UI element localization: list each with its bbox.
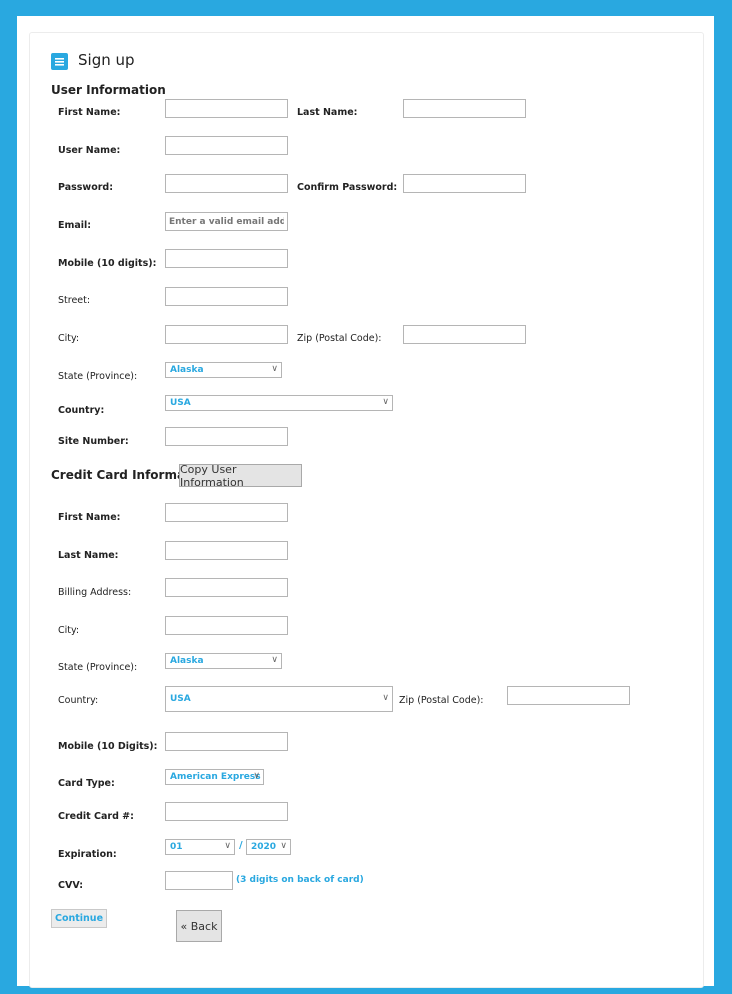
billing-address-label: Billing Address: — [58, 587, 132, 598]
email-label: Email: — [58, 220, 92, 231]
page-panel: Sign up User Information First Name: Las… — [17, 16, 714, 988]
country-select[interactable]: USA ∨ — [165, 395, 393, 411]
state-select[interactable]: Alaska ∨ — [165, 362, 282, 378]
card-zip-label: Zip (Postal Code): — [399, 695, 484, 706]
card-mobile-label: Mobile (10 Digits): — [58, 741, 158, 752]
site-number-input[interactable] — [165, 427, 288, 446]
street-label: Street: — [58, 295, 91, 306]
chevron-down-icon: ∨ — [271, 364, 278, 374]
site-number-label: Site Number: — [58, 436, 129, 447]
last-name-input[interactable] — [403, 99, 526, 118]
first-name-label: First Name: — [58, 107, 121, 118]
user-name-input[interactable] — [165, 136, 288, 155]
card-type-select-value: American Express — [170, 772, 261, 782]
confirm-password-label: Confirm Password: — [297, 182, 398, 193]
card-country-select-value: USA — [170, 694, 191, 704]
form-icon — [51, 53, 68, 70]
card-last-name-label: Last Name: — [58, 550, 119, 561]
cvv-label: CVV: — [58, 880, 84, 891]
chevron-down-icon: ∨ — [382, 693, 389, 703]
expiration-year-select[interactable]: 2020 ∨ — [246, 839, 291, 855]
confirm-password-input[interactable] — [403, 174, 526, 193]
last-name-label: Last Name: — [297, 107, 358, 118]
card-city-label: City: — [58, 625, 80, 636]
expiration-separator: / — [239, 840, 243, 851]
continue-button[interactable]: Continue — [51, 909, 107, 928]
zip-label: Zip (Postal Code): — [297, 333, 382, 344]
mobile-label: Mobile (10 digits): — [58, 258, 157, 269]
user-name-label: User Name: — [58, 145, 121, 156]
city-input[interactable] — [165, 325, 288, 344]
expiration-month-value: 01 — [170, 842, 183, 852]
signup-card — [29, 32, 704, 988]
card-zip-input[interactable] — [507, 686, 630, 705]
card-type-label: Card Type: — [58, 778, 115, 789]
expiration-month-select[interactable]: 01 ∨ — [165, 839, 235, 855]
chevron-down-icon: ∨ — [271, 655, 278, 665]
password-input[interactable] — [165, 174, 288, 193]
card-type-select[interactable]: American Express ∨ — [165, 769, 264, 785]
card-country-select[interactable]: USA ∨ — [165, 686, 393, 712]
state-select-value: Alaska — [170, 365, 204, 375]
cvv-hint: (3 digits on back of card) — [236, 875, 364, 885]
country-label: Country: — [58, 405, 105, 416]
zip-input[interactable] — [403, 325, 526, 344]
chevron-down-icon: ∨ — [253, 771, 260, 781]
card-number-input[interactable] — [165, 802, 288, 821]
back-button[interactable]: « Back — [176, 910, 222, 942]
chevron-down-icon: ∨ — [224, 841, 231, 851]
state-label: State (Province): — [58, 371, 138, 382]
cvv-input[interactable] — [165, 871, 233, 890]
expiration-label: Expiration: — [58, 849, 117, 860]
first-name-input[interactable] — [165, 99, 288, 118]
card-state-select-value: Alaska — [170, 656, 204, 666]
chevron-down-icon: ∨ — [280, 841, 287, 851]
card-last-name-input[interactable] — [165, 541, 288, 560]
card-mobile-input[interactable] — [165, 732, 288, 751]
card-number-label: Credit Card #: — [58, 811, 134, 822]
password-label: Password: — [58, 182, 114, 193]
page-title: Sign up — [78, 51, 135, 69]
card-first-name-input[interactable] — [165, 503, 288, 522]
card-state-label: State (Province): — [58, 662, 138, 673]
mobile-input[interactable] — [165, 249, 288, 268]
country-select-value: USA — [170, 398, 191, 408]
email-input[interactable] — [165, 212, 288, 231]
section-user-information: User Information — [51, 83, 166, 97]
card-first-name-label: First Name: — [58, 512, 121, 523]
billing-address-input[interactable] — [165, 578, 288, 597]
city-label: City: — [58, 333, 80, 344]
copy-user-information-button[interactable]: Copy User Information — [179, 463, 302, 489]
chevron-down-icon: ∨ — [382, 397, 389, 407]
card-country-label: Country: — [58, 695, 99, 706]
card-city-input[interactable] — [165, 616, 288, 635]
card-state-select[interactable]: Alaska ∨ — [165, 653, 282, 669]
street-input[interactable] — [165, 287, 288, 306]
expiration-year-value: 2020 — [251, 842, 277, 852]
